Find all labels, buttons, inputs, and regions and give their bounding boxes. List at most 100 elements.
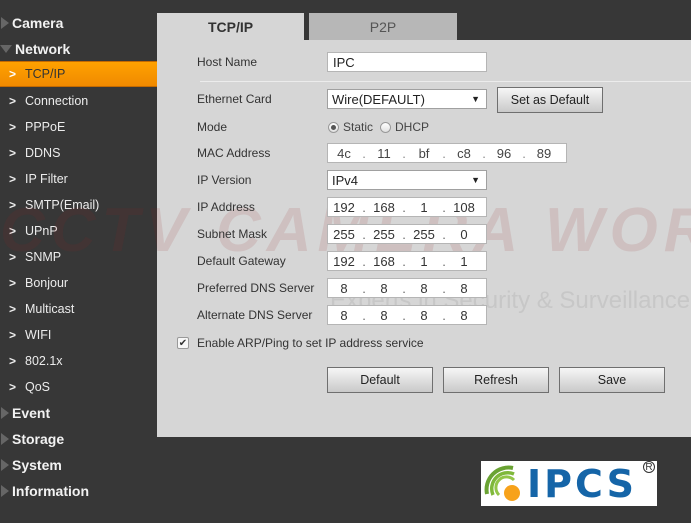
preferred-dns-field: 8. 8. 8. 8 (327, 278, 487, 298)
ip-separator: . (402, 226, 406, 242)
ip-version-value: IPv4 (332, 172, 359, 188)
mode-label: Mode (197, 120, 228, 134)
arp-ping-option: ✔ Enable ARP/Ping to set IP address serv… (177, 333, 424, 353)
alternate-dns-label: Alternate DNS Server (197, 308, 313, 322)
chevron-right-icon: > (9, 250, 17, 264)
sidebar-category-network[interactable]: Network (0, 38, 70, 60)
ethernet-card-select[interactable]: Wire(DEFAULT) ▼ (327, 89, 487, 109)
set-as-default-button[interactable]: Set as Default (497, 87, 603, 113)
ip-separator: . (402, 307, 406, 323)
ip-separator: . (402, 253, 406, 269)
subnet-octet-input[interactable]: 255 (368, 227, 400, 242)
sidebar-item-qos[interactable]: > QoS (0, 374, 157, 400)
ip-octet-input[interactable]: 108 (448, 200, 480, 215)
mac-address-label: MAC Address (197, 146, 271, 160)
tab-tcpip[interactable]: TCP/IP (157, 13, 304, 40)
sidebar-category-information[interactable]: Information (0, 480, 89, 502)
mac-separator: . (402, 145, 406, 161)
subnet-octet-input[interactable]: 0 (448, 227, 480, 242)
sidebar-category-label: Camera (12, 15, 64, 31)
sidebar-item-ip-filter[interactable]: > IP Filter (0, 166, 157, 192)
chevron-right-icon: > (9, 120, 17, 134)
sidebar-item-label: SNMP (25, 250, 62, 264)
static-radio-label[interactable]: Static (343, 120, 373, 134)
gateway-octet-input[interactable]: 1 (448, 254, 480, 269)
subnet-octet-input[interactable]: 255 (408, 227, 440, 242)
dns-octet-input[interactable]: 8 (408, 308, 440, 323)
sidebar-item-8021x[interactable]: > 802.1x (0, 348, 157, 374)
sidebar-item-pppoe[interactable]: > PPPoE (0, 114, 157, 140)
refresh-button[interactable]: Refresh (443, 367, 549, 393)
registered-icon: R (643, 461, 655, 473)
sidebar-item-upnp[interactable]: > UPnP (0, 218, 157, 244)
ip-separator: . (402, 199, 406, 215)
host-name-input[interactable]: IPC (327, 52, 487, 72)
host-name-label: Host Name (197, 55, 258, 69)
sidebar-item-wifi[interactable]: > WIFI (0, 322, 157, 348)
dns-octet-input[interactable]: 8 (368, 308, 400, 323)
ip-version-label: IP Version (197, 173, 252, 187)
sidebar-item-label: Bonjour (25, 276, 69, 290)
caret-right-icon (1, 485, 9, 497)
ip-separator: . (362, 280, 366, 296)
sidebar-item-snmp[interactable]: > SNMP (0, 244, 157, 270)
mac-separator: . (442, 145, 446, 161)
subnet-mask-field: 255. 255. 255. 0 (327, 224, 487, 244)
gateway-octet-input[interactable]: 168 (368, 254, 400, 269)
preferred-dns-label: Preferred DNS Server (197, 281, 315, 295)
default-gateway-field: 192. 168. 1. 1 (327, 251, 487, 271)
caret-right-icon (1, 407, 9, 419)
caret-right-icon (1, 433, 9, 445)
ip-separator: . (362, 253, 366, 269)
sidebar-item-ddns[interactable]: > DDNS (0, 140, 157, 166)
sidebar-item-bonjour[interactable]: > Bonjour (0, 270, 157, 296)
sidebar-item-label: WIFI (25, 328, 52, 342)
default-button[interactable]: Default (327, 367, 433, 393)
dns-octet-input[interactable]: 8 (408, 281, 440, 296)
mac-octet: bf (418, 145, 430, 161)
chevron-right-icon: > (9, 354, 17, 368)
gateway-octet-input[interactable]: 1 (408, 254, 440, 269)
sidebar-item-label: UPnP (25, 224, 58, 238)
sidebar-item-multicast[interactable]: > Multicast (0, 296, 157, 322)
dns-octet-input[interactable]: 8 (448, 281, 480, 296)
caret-right-icon (1, 17, 9, 29)
tab-p2p[interactable]: P2P (309, 13, 457, 40)
sidebar-item-label: Connection (25, 94, 89, 108)
chevron-right-icon: > (9, 146, 17, 160)
sidebar-item-smtp[interactable]: > SMTP(Email) (0, 192, 157, 218)
subnet-octet-input[interactable]: 255 (328, 227, 360, 242)
dns-octet-input[interactable]: 8 (328, 308, 360, 323)
sidebar-category-system[interactable]: System (0, 454, 62, 476)
save-button[interactable]: Save (559, 367, 665, 393)
static-radio[interactable] (328, 121, 339, 133)
arp-ping-checkbox[interactable]: ✔ (177, 337, 189, 349)
chevron-right-icon: > (9, 276, 17, 290)
ip-separator: . (442, 199, 446, 215)
sidebar-category-storage[interactable]: Storage (0, 428, 64, 450)
mac-octet: 96 (496, 145, 512, 161)
dns-octet-input[interactable]: 8 (448, 308, 480, 323)
sidebar-category-camera[interactable]: Camera (0, 12, 63, 34)
checkmark-icon: ✔ (178, 337, 188, 349)
ip-octet-input[interactable]: 168 (368, 200, 400, 215)
ip-octet-input[interactable]: 192 (328, 200, 360, 215)
ethernet-card-label: Ethernet Card (197, 92, 272, 106)
sidebar-item-tcpip[interactable]: > TCP/IP (0, 61, 157, 87)
mac-separator: . (362, 145, 366, 161)
dns-octet-input[interactable]: 8 (328, 281, 360, 296)
sidebar-category-event[interactable]: Event (0, 402, 50, 424)
gateway-octet-input[interactable]: 192 (328, 254, 360, 269)
ip-separator: . (362, 307, 366, 323)
mac-octet: 89 (536, 145, 552, 161)
ip-octet-input[interactable]: 1 (408, 200, 440, 215)
caret-right-icon (1, 459, 9, 471)
dhcp-radio-label[interactable]: DHCP (395, 120, 429, 134)
sidebar-category-label: System (12, 457, 62, 473)
dns-octet-input[interactable]: 8 (368, 281, 400, 296)
ip-version-select[interactable]: IPv4 ▼ (327, 170, 487, 190)
arp-ping-label[interactable]: Enable ARP/Ping to set IP address servic… (197, 336, 424, 350)
sidebar-item-label: Multicast (25, 302, 75, 316)
sidebar-item-connection[interactable]: > Connection (0, 88, 157, 114)
dhcp-radio[interactable] (380, 121, 392, 133)
